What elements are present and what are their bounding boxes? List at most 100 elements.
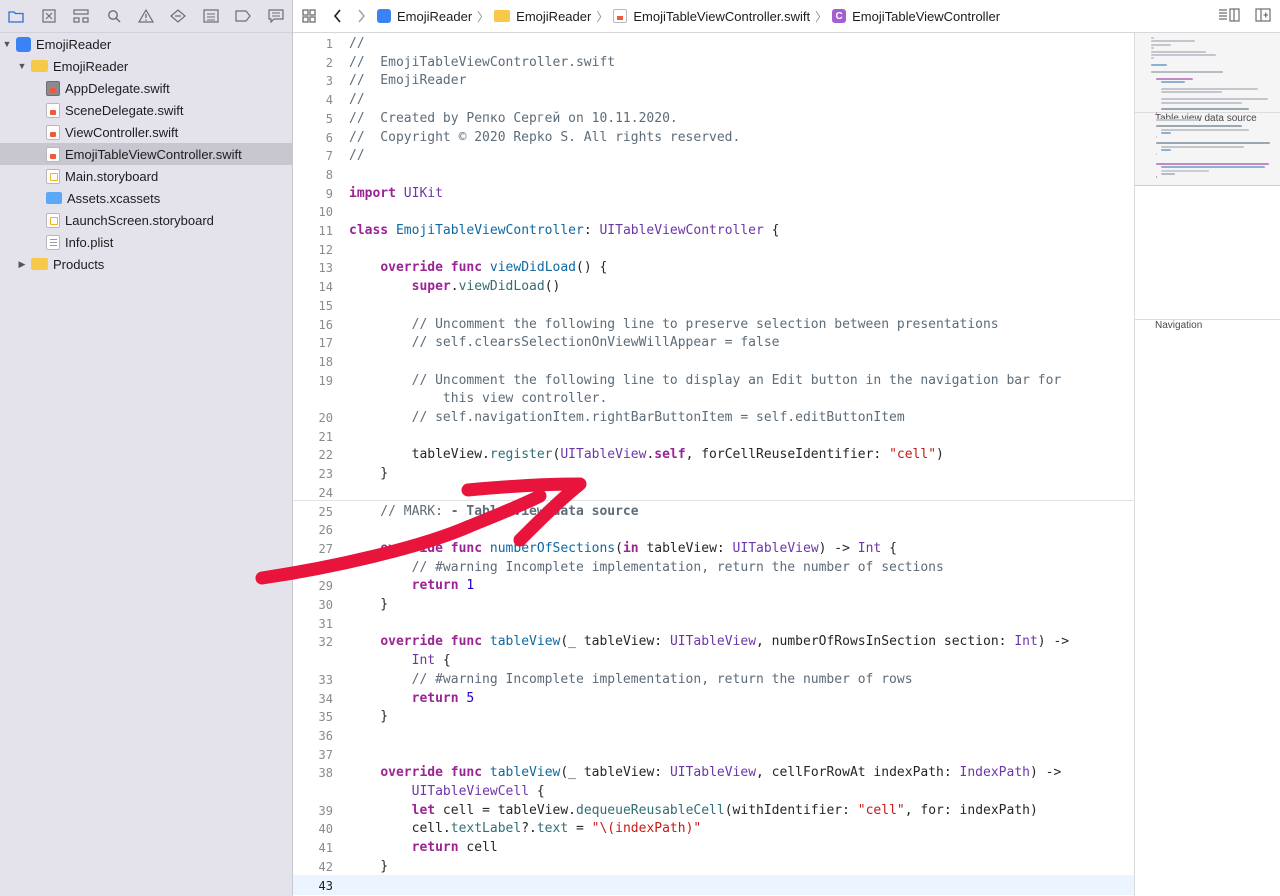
tree-item-label: SceneDelegate.swift: [65, 102, 184, 118]
adjust-editor-options-icon[interactable]: [1218, 8, 1240, 22]
code-line[interactable]: //: [349, 36, 365, 51]
code-line[interactable]: override func numberOfSections(in tableV…: [349, 541, 897, 556]
code-line[interactable]: // Uncomment the following line to prese…: [349, 317, 999, 332]
tree-item[interactable]: Info.plist: [0, 231, 292, 253]
line-number: 2: [325, 55, 333, 70]
line-number: 11: [318, 224, 333, 238]
line-number: 14: [318, 280, 333, 295]
tree-item-label: EmojiReader: [36, 36, 112, 52]
source-control-icon[interactable]: [32, 0, 64, 32]
tree-item[interactable]: ▼ EmojiReader: [0, 33, 292, 55]
debug-list-icon[interactable]: [195, 0, 227, 32]
breadcrumb-item[interactable]: C EmojiTableViewController: [832, 9, 1000, 24]
tree-item-label: EmojiTableViewController.swift: [65, 146, 242, 162]
warning-icon[interactable]: [130, 0, 162, 32]
breadcrumb-item[interactable]: EmojiTableViewController.swift: [613, 9, 810, 24]
line-number: 20: [318, 411, 333, 425]
code-line[interactable]: // #warning Incomplete implementation, r…: [349, 672, 913, 687]
hierarchy-icon[interactable]: [65, 0, 97, 32]
code-line[interactable]: // Copyright © 2020 Repko S. All rights …: [349, 130, 740, 145]
code-line[interactable]: class EmojiTableViewController: UITableV…: [349, 223, 780, 238]
code-line[interactable]: // self.navigationItem.rightBarButtonIte…: [349, 410, 905, 425]
code-line-wrapped[interactable]: Int {: [349, 653, 451, 668]
folder-icon[interactable]: [0, 0, 32, 32]
breadcrumb-separator-icon: 〉: [477, 9, 490, 24]
minimap-line: [1151, 43, 1171, 46]
code-line[interactable]: //: [349, 148, 365, 163]
disclosure-expanded-icon[interactable]: ▼: [16, 61, 28, 71]
code-line[interactable]: return 5: [349, 691, 475, 706]
code-line[interactable]: override func tableView(_ tableView: UIT…: [349, 765, 1061, 780]
mark-divider: [293, 500, 1134, 501]
tree-item[interactable]: ▶ Products: [0, 253, 292, 275]
code-line[interactable]: }: [349, 709, 388, 724]
line-number: 19: [318, 373, 333, 388]
code-line[interactable]: cell.textLabel?.text = "\(indexPath)": [349, 821, 702, 836]
tree-item[interactable]: Assets.xcassets: [0, 187, 292, 209]
code-line[interactable]: // self.clearsSelectionOnViewWillAppear …: [349, 335, 780, 350]
breadcrumb: EmojiReader 〉 EmojiReader 〉 EmojiTableViewCo…: [377, 8, 1000, 25]
report-icon[interactable]: [260, 0, 292, 32]
back-button[interactable]: [325, 9, 349, 23]
tree-item[interactable]: SceneDelegate.swift: [0, 99, 292, 121]
disclosure-collapsed-icon[interactable]: ▶: [16, 259, 28, 270]
code-line[interactable]: // #warning Incomplete implementation, r…: [349, 560, 944, 575]
minimap-line: [1160, 149, 1171, 152]
line-number: 4: [325, 93, 333, 108]
code-line[interactable]: super.viewDidLoad(): [349, 279, 561, 294]
swift-file-icon: [46, 80, 60, 96]
tree-item-label: LaunchScreen.storyboard: [65, 212, 214, 228]
forward-button[interactable]: [349, 9, 373, 23]
code-line[interactable]: // MARK: - Table view data source: [349, 504, 638, 519]
code-line[interactable]: }: [349, 859, 388, 874]
code-line[interactable]: // Uncomment the following line to displ…: [349, 373, 1062, 388]
tree-item-label: Main.storyboard: [65, 168, 159, 184]
minimap-line: [1151, 71, 1223, 73]
minimap-line: [1160, 81, 1186, 84]
code-line[interactable]: // Created by Репко Сергей on 10.11.2020…: [349, 111, 678, 126]
minimap-line: [1155, 111, 1158, 114]
code-line[interactable]: // EmojiTableViewController.swift: [349, 55, 615, 70]
line-number: 18: [318, 354, 333, 369]
tree-item[interactable]: ▼ EmojiReader: [0, 55, 292, 77]
minimap-line: [1160, 88, 1259, 90]
code-line[interactable]: //: [349, 92, 365, 107]
code-line[interactable]: import UIKit: [349, 186, 443, 201]
code-line-wrapped[interactable]: this view controller.: [349, 391, 607, 406]
plist-icon: [46, 234, 60, 250]
line-number: 38: [318, 766, 333, 781]
search-icon[interactable]: [97, 0, 129, 32]
tree-item[interactable]: AppDelegate.swift: [0, 77, 292, 99]
minimap-mark-label[interactable]: Navigation: [1155, 320, 1202, 331]
assets-icon: [46, 192, 62, 204]
code-line[interactable]: }: [349, 597, 388, 612]
line-number: 25: [318, 504, 333, 519]
code-line[interactable]: return cell: [349, 840, 498, 855]
add-editor-icon[interactable]: [1255, 8, 1271, 22]
code-line[interactable]: override func viewDidLoad() {: [349, 260, 607, 275]
related-items-icon[interactable]: [293, 9, 325, 23]
breadcrumb-item[interactable]: EmojiReader: [494, 9, 591, 24]
code-line[interactable]: return 1: [349, 578, 475, 593]
minimap-line: [1160, 166, 1265, 169]
minimap[interactable]: Table view data source Navigation: [1134, 33, 1280, 896]
code-line[interactable]: let cell = tableView.dequeueReusableCell…: [349, 803, 1038, 818]
test-diamond-icon[interactable]: [162, 0, 194, 32]
code-line[interactable]: override func tableView(_ tableView: UIT…: [349, 634, 1069, 649]
code-line[interactable]: tableView.register(UITableView.self, for…: [349, 447, 944, 462]
breadcrumb-item[interactable]: EmojiReader: [377, 9, 472, 24]
disclosure-expanded-icon[interactable]: ▼: [1, 39, 13, 49]
breakpoint-icon[interactable]: [227, 0, 259, 32]
code-line[interactable]: // EmojiReader: [349, 73, 466, 88]
swift-file-icon: [46, 124, 60, 140]
tree-item[interactable]: LaunchScreen.storyboard: [0, 209, 292, 231]
source-editor[interactable]: 1 2 3 4 5 6 7 8 9 10 11 12 13 14 15 16 17 18 19 20 21 22 23 24 2…: [293, 33, 1134, 896]
code-line[interactable]: }: [349, 466, 388, 481]
line-number: 21: [318, 429, 333, 444]
tree-item[interactable]: EmojiTableViewController.swift: [0, 143, 292, 165]
tree-item[interactable]: Main.storyboard: [0, 165, 292, 187]
code-line-wrapped[interactable]: UITableViewCell {: [349, 784, 545, 799]
tree-item[interactable]: ViewController.swift: [0, 121, 292, 143]
minimap-line: [1151, 64, 1167, 67]
folder-icon: [31, 60, 48, 72]
